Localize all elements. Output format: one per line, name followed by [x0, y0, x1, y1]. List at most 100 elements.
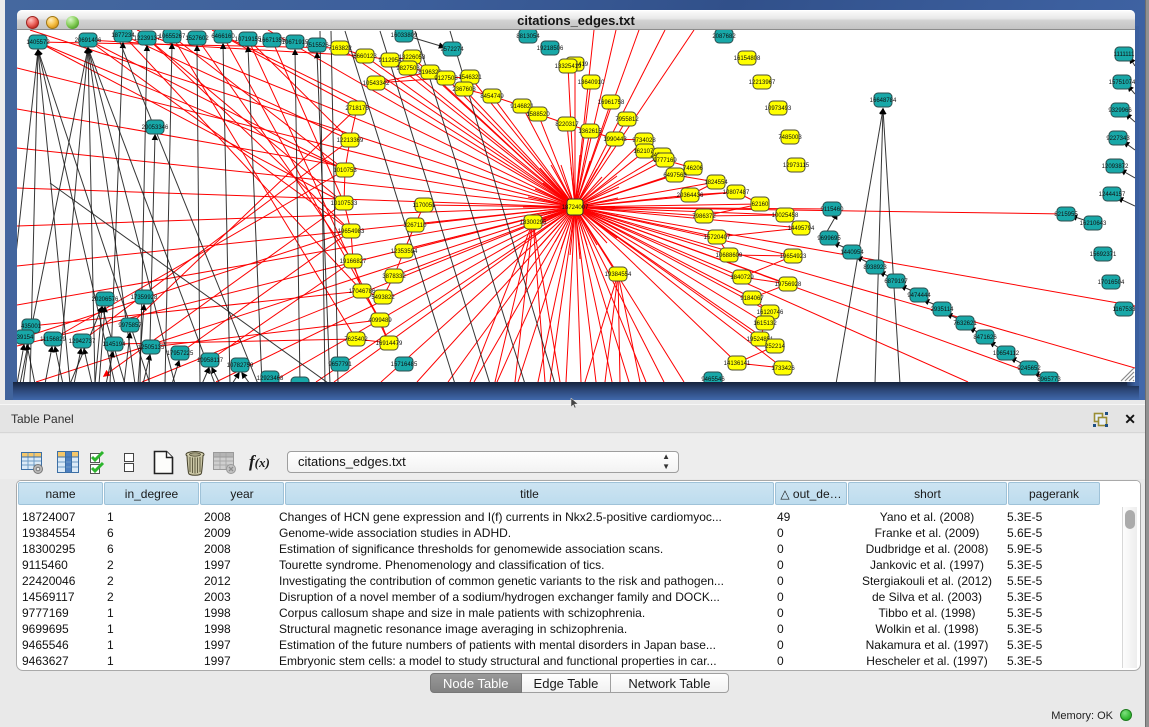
- svg-text:1362615: 1362615: [578, 129, 602, 135]
- svg-text:12942737: 12942737: [69, 339, 96, 345]
- svg-text:9184067: 9184067: [740, 296, 764, 302]
- svg-text:7986372: 7986372: [692, 214, 716, 220]
- svg-text:12213369: 12213369: [337, 138, 364, 144]
- svg-text:10107533: 10107533: [331, 201, 358, 207]
- svg-text:18724007: 18724007: [562, 205, 589, 211]
- svg-text:1733426: 1733426: [771, 366, 795, 372]
- svg-text:9127508: 9127508: [434, 76, 458, 82]
- svg-text:2087682: 2087682: [712, 34, 736, 40]
- svg-text:19218506: 19218506: [537, 46, 564, 52]
- svg-text:9777169: 9777169: [653, 158, 677, 164]
- svg-text:14136141: 14136141: [724, 361, 751, 367]
- svg-text:1990443: 1990443: [603, 137, 627, 143]
- svg-text:19384554: 19384554: [605, 272, 632, 278]
- svg-text:16033809: 16033809: [391, 33, 418, 39]
- svg-text:3878332: 3878332: [382, 274, 406, 280]
- svg-text:9245652: 9245652: [1017, 366, 1041, 372]
- svg-text:10958117: 10958117: [197, 358, 224, 364]
- svg-text:1527602: 1527602: [185, 36, 209, 42]
- svg-text:252214: 252214: [765, 344, 786, 350]
- svg-text:8813054: 8813054: [516, 34, 540, 40]
- svg-text:39154: 39154: [17, 335, 34, 341]
- svg-text:1010753: 1010753: [333, 168, 357, 174]
- svg-text:8454749: 8454749: [480, 94, 504, 100]
- svg-text:20364436: 20364436: [677, 193, 704, 199]
- svg-text:746206: 746206: [683, 166, 704, 172]
- svg-text:8938923: 8938923: [863, 265, 887, 271]
- svg-text:7955812: 7955812: [615, 117, 639, 123]
- svg-text:5493822: 5493822: [371, 295, 395, 301]
- svg-text:15716485: 15716485: [391, 362, 418, 368]
- svg-text:12444157: 12444157: [1099, 192, 1126, 198]
- svg-text:1440954: 1440954: [840, 250, 864, 256]
- svg-text:14495794: 14495794: [788, 226, 815, 232]
- svg-text:9827503: 9827503: [396, 66, 420, 72]
- svg-text:7163822: 7163822: [328, 46, 352, 52]
- svg-text:12353594: 12353594: [391, 249, 418, 255]
- svg-text:1824554: 1824554: [704, 180, 728, 186]
- svg-text:9465546: 9465546: [701, 377, 725, 382]
- svg-text:3267110: 3267110: [404, 223, 428, 229]
- svg-text:7625402: 7625402: [344, 337, 368, 343]
- svg-text:2367608: 2367608: [452, 87, 476, 93]
- svg-text:12239137: 12239137: [134, 36, 161, 42]
- svg-text:19166827: 19166827: [340, 259, 367, 265]
- svg-text:9115460: 9115460: [821, 207, 845, 213]
- svg-text:13226058: 13226058: [399, 55, 426, 61]
- svg-text:7515526: 7515526: [305, 43, 329, 49]
- svg-text:10655267: 10655267: [159, 34, 186, 40]
- svg-text:8220317: 8220317: [555, 122, 579, 128]
- svg-text:17359928: 17359928: [131, 295, 158, 301]
- svg-text:8471626: 8471626: [973, 335, 997, 341]
- svg-text:17957225: 17957225: [167, 351, 194, 357]
- svg-text:1111111: 1111111: [1114, 52, 1135, 58]
- svg-text:9699695: 9699695: [817, 236, 841, 242]
- svg-text:16648784: 16648784: [870, 98, 897, 104]
- svg-text:4099489: 4099489: [368, 318, 392, 324]
- svg-text:1615132: 1615132: [753, 321, 777, 327]
- svg-text:20691406: 20691406: [75, 38, 102, 44]
- svg-text:8215955: 8215955: [1054, 212, 1078, 218]
- svg-text:1405572: 1405572: [26, 40, 50, 46]
- svg-text:13325419: 13325419: [555, 64, 582, 70]
- svg-text:12973115: 12973115: [783, 163, 810, 169]
- svg-text:10807487: 10807487: [723, 190, 750, 196]
- svg-text:435001: 435001: [21, 324, 42, 330]
- svg-text:15751074: 15751074: [1109, 80, 1135, 86]
- svg-text:16210643: 16210643: [1080, 221, 1107, 227]
- svg-text:9474444: 9474444: [907, 293, 931, 299]
- svg-text:9572274: 9572274: [440, 47, 464, 53]
- svg-text:10654112: 10654112: [993, 351, 1020, 357]
- svg-text:19654983: 19654983: [338, 229, 365, 235]
- svg-text:62160: 62160: [752, 202, 769, 208]
- svg-text:13640910: 13640910: [578, 80, 605, 86]
- svg-text:9329966: 9329966: [1108, 108, 1132, 114]
- svg-text:6497563: 6497563: [663, 173, 687, 179]
- svg-text:20206576: 20206576: [92, 297, 119, 303]
- svg-text:10543342: 10543342: [363, 81, 390, 87]
- svg-text:7485003: 7485003: [778, 135, 802, 141]
- svg-text:2718176: 2718176: [345, 106, 369, 112]
- svg-text:16154808: 16154808: [734, 56, 761, 62]
- svg-text:6466160: 6466160: [211, 34, 235, 40]
- svg-text:1877234: 1877234: [111, 33, 135, 39]
- svg-text:19654923: 19654923: [780, 254, 807, 260]
- svg-text:12213967: 12213967: [749, 80, 776, 86]
- svg-text:1170051: 1170051: [413, 203, 437, 209]
- svg-text:9975857: 9975857: [118, 323, 142, 329]
- svg-text:10782759: 10782759: [227, 363, 254, 369]
- svg-text:15720407: 15720407: [704, 235, 731, 241]
- svg-text:12923468: 12923468: [257, 376, 284, 382]
- svg-text:16961758: 16961758: [598, 100, 625, 106]
- svg-text:1840729: 1840729: [730, 275, 754, 281]
- svg-text:9734028: 9734028: [632, 138, 656, 144]
- svg-text:2935114: 2935114: [931, 307, 955, 313]
- svg-text:1145194: 1145194: [103, 342, 127, 348]
- svg-text:12505135: 12505135: [138, 345, 165, 351]
- svg-text:15692371: 15692371: [1090, 252, 1117, 258]
- svg-text:17016504: 17016504: [1098, 280, 1125, 286]
- svg-text:1167533: 1167533: [1113, 307, 1135, 313]
- svg-text:7632621: 7632621: [953, 321, 977, 327]
- svg-text:1588520: 1588520: [526, 112, 550, 118]
- svg-text:16914479: 16914479: [376, 341, 403, 347]
